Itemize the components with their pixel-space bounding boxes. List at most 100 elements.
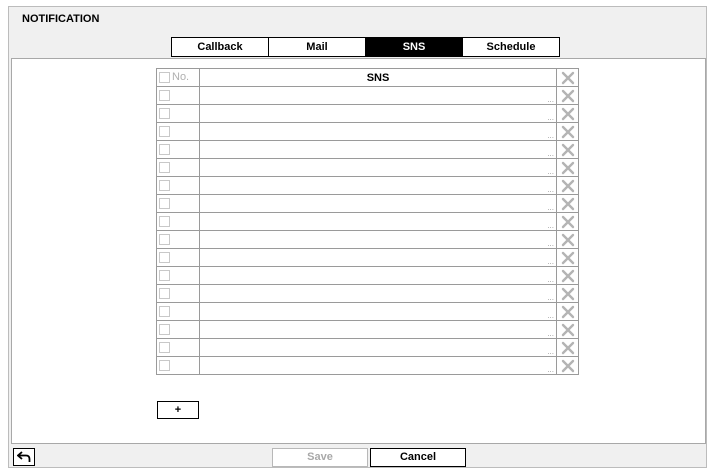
sns-field[interactable]: ... [199,338,557,357]
tab-mail[interactable]: Mail [269,38,366,56]
sns-field[interactable]: ... [199,86,557,105]
more-icon[interactable]: ... [547,168,554,176]
table-row: ... [156,230,579,249]
select-all-checkbox[interactable] [159,72,170,83]
cancel-button[interactable]: Cancel [370,448,466,467]
row-checkbox[interactable] [159,324,170,335]
x-icon[interactable] [561,179,575,193]
row-delete-cell [556,356,579,375]
row-checkbox[interactable] [159,90,170,101]
row-checkbox[interactable] [159,126,170,137]
row-no-cell [156,284,200,303]
row-delete-cell [556,212,579,231]
row-no-cell [156,86,200,105]
add-button[interactable]: + [157,401,199,419]
table-row: ... [156,86,579,105]
x-icon[interactable] [561,251,575,265]
table-row: ... [156,248,579,267]
row-checkbox[interactable] [159,270,170,281]
row-checkbox[interactable] [159,252,170,263]
more-icon[interactable]: ... [547,114,554,122]
table-row: ... [156,338,579,357]
sns-field[interactable]: ... [199,302,557,321]
x-icon[interactable] [561,287,575,301]
sns-field[interactable]: ... [199,266,557,285]
more-icon[interactable]: ... [547,348,554,356]
more-icon[interactable]: ... [547,186,554,194]
row-delete-cell [556,176,579,195]
more-icon[interactable]: ... [547,240,554,248]
x-icon[interactable] [561,161,575,175]
x-icon[interactable] [561,107,575,121]
row-checkbox[interactable] [159,288,170,299]
sns-field[interactable]: ... [199,284,557,303]
x-icon[interactable] [561,125,575,139]
x-icon[interactable] [561,269,575,283]
row-checkbox[interactable] [159,180,170,191]
x-icon[interactable] [561,341,575,355]
row-checkbox[interactable] [159,342,170,353]
row-delete-cell [556,338,579,357]
more-icon[interactable]: ... [547,132,554,140]
x-icon[interactable] [561,233,575,247]
table-row: ... [156,194,579,213]
row-delete-cell [556,320,579,339]
table-row: ... [156,176,579,195]
table-row: ... [156,212,579,231]
back-button[interactable] [13,448,35,466]
more-icon[interactable]: ... [547,312,554,320]
row-checkbox[interactable] [159,360,170,371]
row-delete-cell [556,266,579,285]
x-icon[interactable] [561,323,575,337]
table-row: ... [156,104,579,123]
tab-callback[interactable]: Callback [172,38,269,56]
row-no-cell [156,230,200,249]
sns-field[interactable]: ... [199,194,557,213]
x-icon[interactable] [561,71,575,85]
row-no-cell [156,194,200,213]
sns-field[interactable]: ... [199,140,557,159]
more-icon[interactable]: ... [547,330,554,338]
save-button[interactable]: Save [272,448,368,467]
tab-schedule[interactable]: Schedule [463,38,559,56]
x-icon[interactable] [561,305,575,319]
sns-field[interactable]: ... [199,212,557,231]
x-icon[interactable] [561,215,575,229]
more-icon[interactable]: ... [547,96,554,104]
row-delete-cell [556,230,579,249]
x-icon[interactable] [561,143,575,157]
sns-field[interactable]: ... [199,122,557,141]
x-icon[interactable] [561,359,575,373]
more-icon[interactable]: ... [547,294,554,302]
sns-field[interactable]: ... [199,356,557,375]
x-icon[interactable] [561,89,575,103]
row-checkbox[interactable] [159,144,170,155]
row-checkbox[interactable] [159,234,170,245]
more-icon[interactable]: ... [547,150,554,158]
x-icon[interactable] [561,197,575,211]
row-no-cell [156,302,200,321]
row-checkbox[interactable] [159,108,170,119]
sns-field[interactable]: ... [199,320,557,339]
tab-sns[interactable]: SNS [366,38,463,56]
header-no-cell: No. [156,68,200,87]
row-checkbox[interactable] [159,198,170,209]
more-icon[interactable]: ... [547,366,554,374]
row-checkbox[interactable] [159,162,170,173]
sns-field[interactable]: ... [199,104,557,123]
more-icon[interactable]: ... [547,276,554,284]
more-icon[interactable]: ... [547,222,554,230]
row-no-cell [156,356,200,375]
row-no-cell [156,338,200,357]
row-no-cell [156,212,200,231]
more-icon[interactable]: ... [547,258,554,266]
more-icon[interactable]: ... [547,204,554,212]
row-checkbox[interactable] [159,306,170,317]
row-checkbox[interactable] [159,216,170,227]
row-no-cell [156,140,200,159]
sns-field[interactable]: ... [199,176,557,195]
sns-field[interactable]: ... [199,158,557,177]
sns-field[interactable]: ... [199,248,557,267]
table-row: ... [156,302,579,321]
sns-field[interactable]: ... [199,230,557,249]
